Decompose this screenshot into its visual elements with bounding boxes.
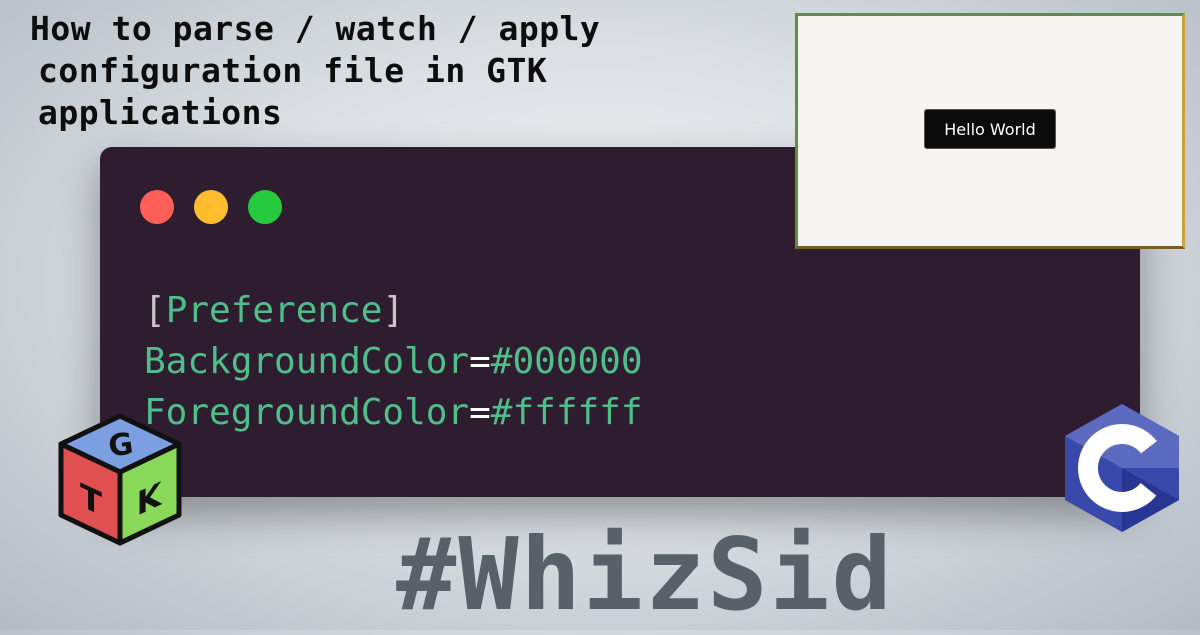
section-close-bracket: ]	[382, 290, 405, 331]
gtk-logo-letter-g: G	[106, 426, 135, 464]
post-title-line-1: How to parse / watch / apply	[30, 9, 601, 48]
config-value: #ffffff	[490, 392, 643, 433]
post-title-line-2: configuration file in GTK	[38, 51, 548, 90]
gtk-app-preview-window: Hello World	[795, 13, 1185, 249]
window-maximize-dot-icon[interactable]	[248, 190, 282, 224]
config-value: #000000	[490, 341, 643, 382]
config-key: ForegroundColor	[144, 392, 470, 433]
code-line-foreground: ForegroundColor=#ffffff	[144, 387, 643, 438]
window-close-dot-icon[interactable]	[140, 190, 174, 224]
watermark-brand: #WhizSid	[396, 516, 894, 633]
config-key: BackgroundColor	[144, 341, 470, 382]
post-title-line-3: applications	[38, 93, 283, 132]
code-line-background: BackgroundColor=#000000	[144, 336, 643, 387]
post-title: How to parse / watch / apply configurati…	[30, 8, 730, 134]
section-name: Preference	[165, 290, 383, 331]
code-line-section: [Preference]	[144, 285, 643, 336]
hello-world-button[interactable]: Hello World	[924, 109, 1056, 149]
config-equals: =	[469, 341, 491, 382]
config-equals: =	[469, 392, 491, 433]
code-block: [Preference] BackgroundColor=#000000 Foreg…	[144, 285, 643, 438]
window-minimize-dot-icon[interactable]	[194, 190, 228, 224]
section-open-bracket: [	[144, 290, 166, 331]
